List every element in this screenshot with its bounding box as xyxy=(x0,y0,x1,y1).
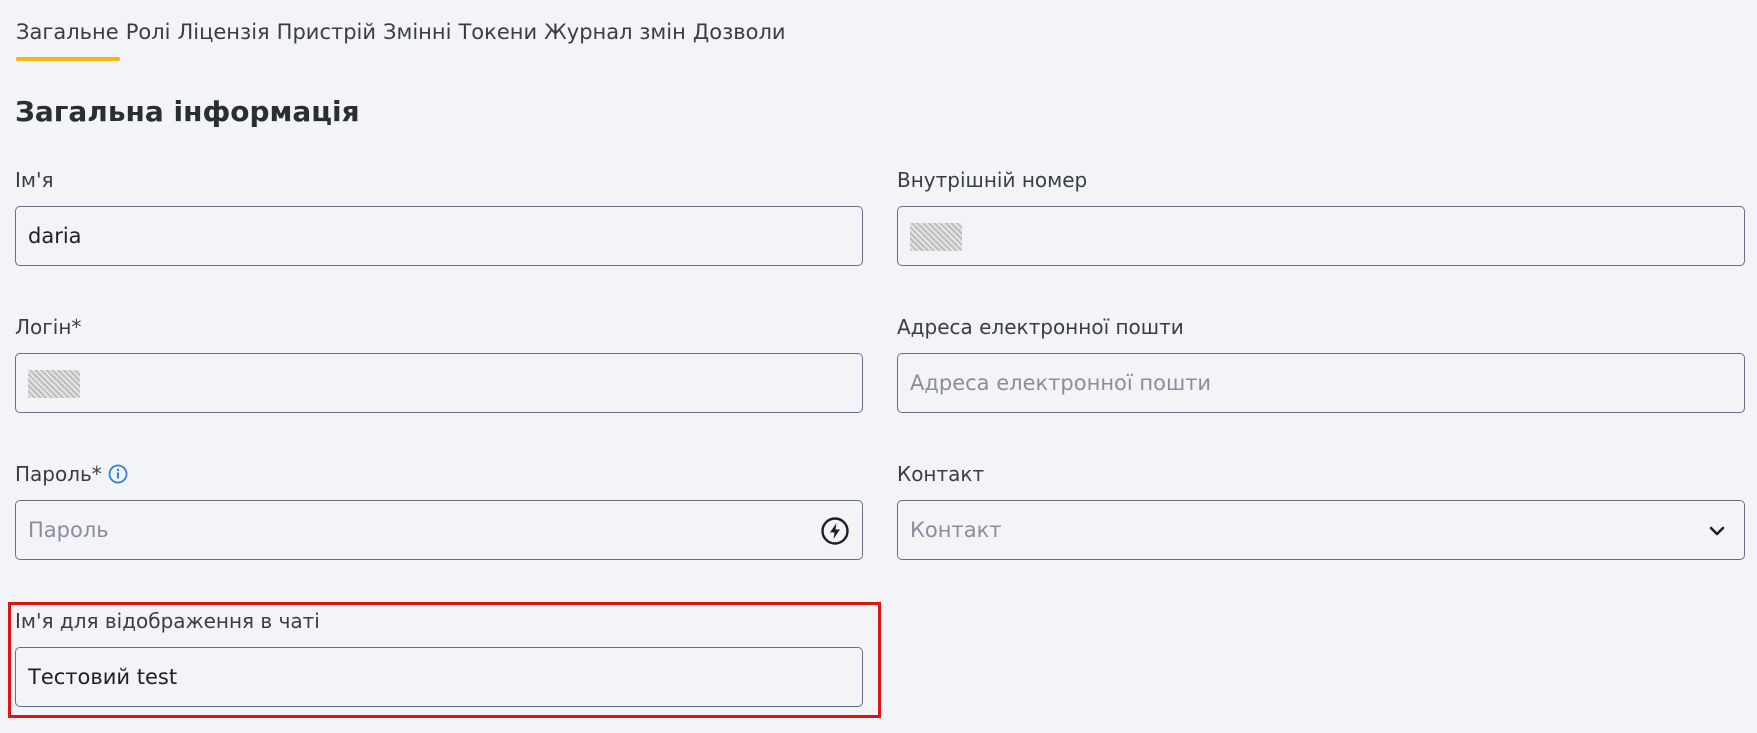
tab-device[interactable]: Пристрій xyxy=(277,16,383,64)
extension-input-box xyxy=(897,206,1745,266)
login-input-box xyxy=(15,353,863,413)
login-label-text: Логін* xyxy=(15,315,82,339)
redacted-value xyxy=(28,370,80,398)
name-label-text: Ім'я xyxy=(15,168,54,192)
contact-select[interactable] xyxy=(897,500,1745,560)
tab-variables[interactable]: Змінні xyxy=(383,16,458,64)
password-label: Пароль* xyxy=(15,460,865,488)
contact-field-group: Контакт xyxy=(897,460,1747,560)
tab-bar: Загальне Ролі Ліцензія Пристрій Змінні Т… xyxy=(16,16,793,64)
email-label-text: Адреса електронної пошти xyxy=(897,315,1184,339)
name-field-group: Ім'я xyxy=(15,166,865,266)
extension-field-group: Внутрішній номер xyxy=(897,166,1747,266)
redacted-value xyxy=(910,223,962,251)
password-input[interactable] xyxy=(28,501,808,559)
email-input[interactable] xyxy=(910,354,1690,412)
contact-label-text: Контакт xyxy=(897,462,985,486)
extension-input[interactable] xyxy=(910,207,1690,265)
email-field-group: Адреса електронної пошти xyxy=(897,313,1747,413)
email-label: Адреса електронної пошти xyxy=(897,313,1747,341)
email-input-box xyxy=(897,353,1745,413)
name-label: Ім'я xyxy=(15,166,865,194)
section-title: Загальна інформація xyxy=(15,95,360,128)
info-icon[interactable] xyxy=(108,464,128,484)
contact-label: Контакт xyxy=(897,460,1747,488)
password-field-group: Пароль* xyxy=(15,460,865,560)
name-input[interactable] xyxy=(28,207,808,265)
tab-permissions[interactable]: Дозволи xyxy=(693,16,793,64)
login-input[interactable] xyxy=(28,354,808,412)
lightning-bolt-icon[interactable] xyxy=(820,516,850,546)
tab-tokens[interactable]: Токени xyxy=(458,16,544,64)
contact-select-input[interactable] xyxy=(910,501,1690,559)
login-label: Логін* xyxy=(15,313,865,341)
password-input-box xyxy=(15,500,863,560)
password-label-text: Пароль* xyxy=(15,462,102,486)
tab-general[interactable]: Загальне xyxy=(16,16,126,64)
tab-roles[interactable]: Ролі xyxy=(126,16,178,64)
login-field-group: Логін* xyxy=(15,313,865,413)
chevron-down-icon[interactable] xyxy=(1702,516,1732,546)
extension-label: Внутрішній номер xyxy=(897,166,1747,194)
extension-label-text: Внутрішній номер xyxy=(897,168,1088,192)
tab-license[interactable]: Ліцензія xyxy=(177,16,276,64)
name-input-box xyxy=(15,206,863,266)
tab-changelog[interactable]: Журнал змін xyxy=(544,16,693,64)
highlight-frame xyxy=(8,602,881,718)
